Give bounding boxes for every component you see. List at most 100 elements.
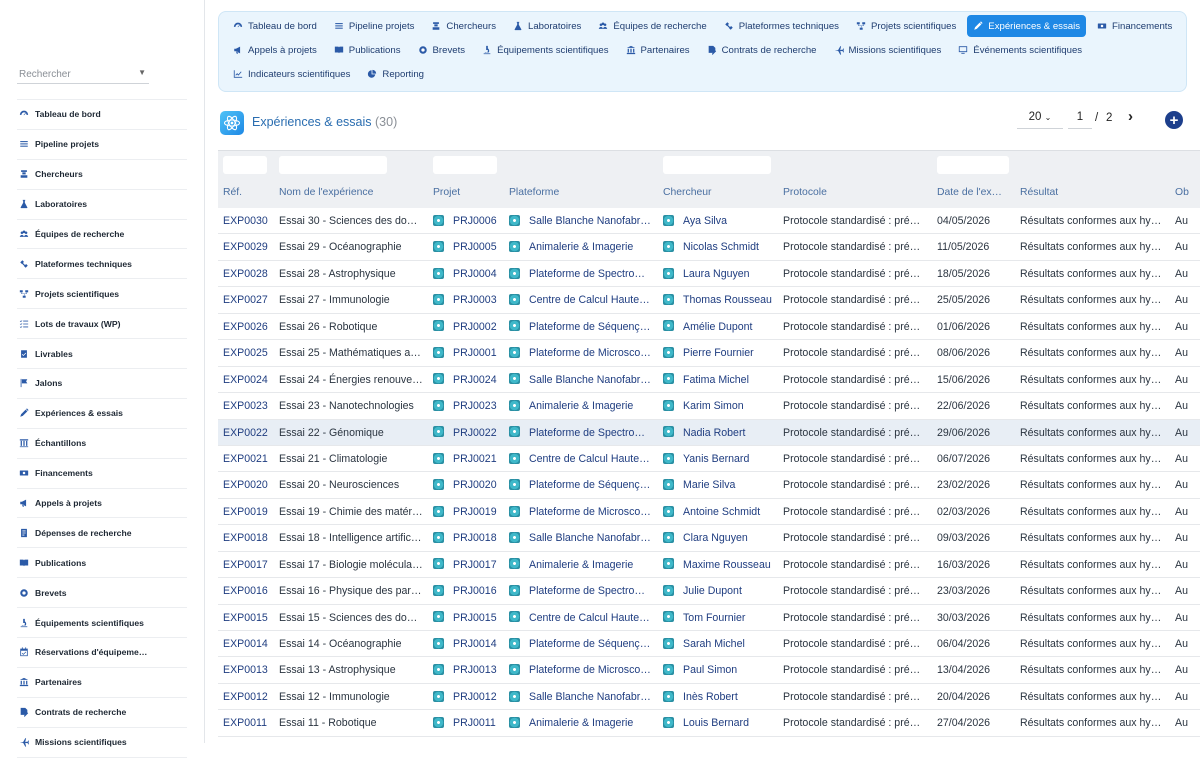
- nav-item[interactable]: Reporting: [361, 63, 430, 85]
- table-cell[interactable]: EXP0029: [223, 234, 275, 260]
- sidebar-item-13[interactable]: Appels à projets: [17, 489, 187, 519]
- table-cell[interactable]: EXP0022: [223, 420, 275, 446]
- table-cell[interactable]: PRJ0017: [433, 552, 503, 578]
- column-filter-input[interactable]: [433, 156, 497, 174]
- sidebar-item-16[interactable]: Brevets: [17, 578, 187, 609]
- nav-item[interactable]: Tableau de bord: [227, 15, 323, 37]
- column-header[interactable]: Réf.: [223, 187, 275, 198]
- table-row[interactable]: EXP0024 Essai 24 - Énergies renouve… PRJ00…: [218, 367, 1200, 394]
- table-cell[interactable]: EXP0023: [223, 393, 275, 419]
- page-size-select[interactable]: 20 ⌄: [1017, 111, 1063, 129]
- table-cell[interactable]: Julie Dupont: [663, 578, 775, 604]
- table-cell[interactable]: Nadia Robert: [663, 420, 775, 446]
- table-cell[interactable]: Plateforme de Séquenç…: [509, 314, 657, 340]
- table-row[interactable]: EXP0015 Essai 15 - Sciences des do… PRJ001…: [218, 605, 1200, 631]
- table-cell[interactable]: PRJ0003: [433, 287, 503, 313]
- table-row[interactable]: EXP0011 Essai 11 - Robotique PRJ0011 Animal…: [218, 710, 1200, 737]
- table-row[interactable]: EXP0023 Essai 23 - Nanotechnologies PRJ002…: [218, 393, 1200, 420]
- table-cell[interactable]: Inès Robert: [663, 684, 775, 710]
- table-cell[interactable]: Laura Nguyen: [663, 261, 775, 287]
- sidebar-item-0[interactable]: Tableau de bord: [17, 100, 187, 130]
- table-cell[interactable]: Nicolas Schmidt: [663, 234, 775, 260]
- column-filter-input[interactable]: [279, 156, 387, 174]
- table-cell[interactable]: Amélie Dupont: [663, 314, 775, 340]
- table-row[interactable]: EXP0012 Essai 12 - Immunologie PRJ0012 Sall…: [218, 684, 1200, 711]
- column-header[interactable]: Ob: [1175, 187, 1200, 198]
- table-cell[interactable]: PRJ0005: [433, 234, 503, 260]
- table-cell[interactable]: Salle Blanche Nanofabr…: [509, 367, 657, 393]
- table-cell[interactable]: Salle Blanche Nanofabr…: [509, 684, 657, 710]
- table-cell[interactable]: PRJ0021: [433, 446, 503, 472]
- table-cell[interactable]: Salle Blanche Nanofabr…: [509, 525, 657, 551]
- nav-item[interactable]: Chercheurs: [425, 15, 502, 37]
- sidebar-item-15[interactable]: Publications: [17, 548, 187, 579]
- sidebar-item-5[interactable]: Plateformes techniques: [17, 249, 187, 280]
- table-cell[interactable]: Plateforme de Microsco…: [509, 340, 657, 366]
- table-cell[interactable]: EXP0012: [223, 684, 275, 710]
- table-cell[interactable]: Plateforme de Spectro…: [509, 420, 657, 446]
- table-cell[interactable]: Plateforme de Microsco…: [509, 657, 657, 683]
- column-header[interactable]: Protocole: [783, 187, 925, 198]
- nav-item[interactable]: Appels à projets: [227, 39, 323, 61]
- table-cell[interactable]: Centre de Calcul Haute…: [509, 605, 657, 631]
- table-row[interactable]: EXP0026 Essai 26 - Robotique PRJ0002 Platef…: [218, 314, 1200, 341]
- table-cell[interactable]: EXP0015: [223, 605, 275, 631]
- nav-item[interactable]: Indicateurs scientifiques: [227, 63, 356, 85]
- sidebar-item-9[interactable]: Jalons: [17, 369, 187, 399]
- table-row[interactable]: EXP0016 Essai 16 - Physique des par… PRJ00…: [218, 578, 1200, 605]
- table-row[interactable]: EXP0018 Essai 18 - Intelligence artific… P…: [218, 525, 1200, 552]
- table-cell[interactable]: PRJ0014: [433, 631, 503, 657]
- sidebar-item-10[interactable]: Expériences & essais: [17, 399, 187, 429]
- column-header[interactable]: Chercheur: [663, 187, 775, 198]
- sidebar-item-12[interactable]: Financements: [17, 459, 187, 489]
- table-cell[interactable]: EXP0017: [223, 552, 275, 578]
- table-cell[interactable]: Pierre Fournier: [663, 340, 775, 366]
- table-row[interactable]: EXP0021 Essai 21 - Climatologie PRJ0021 Cen…: [218, 446, 1200, 473]
- table-cell[interactable]: EXP0019: [223, 499, 275, 525]
- sidebar-item-14[interactable]: Dépenses de recherche: [17, 518, 187, 549]
- nav-item[interactable]: Pipeline projets: [328, 15, 421, 37]
- sidebar-item-18[interactable]: Réservations d'équipeme…: [17, 638, 187, 668]
- current-page-input[interactable]: 1: [1068, 111, 1092, 129]
- table-cell[interactable]: Clara Nguyen: [663, 525, 775, 551]
- table-cell[interactable]: EXP0028: [223, 261, 275, 287]
- table-row[interactable]: EXP0030 Essai 30 - Sciences des do… PRJ000…: [218, 208, 1200, 235]
- nav-item[interactable]: Expériences & essais: [967, 15, 1087, 37]
- nav-item[interactable]: Publications: [328, 39, 407, 61]
- table-cell[interactable]: EXP0030: [223, 208, 275, 234]
- table-cell[interactable]: Centre de Calcul Haute…: [509, 287, 657, 313]
- table-cell[interactable]: EXP0014: [223, 631, 275, 657]
- table-cell[interactable]: PRJ0016: [433, 578, 503, 604]
- sidebar-search-select[interactable]: Rechercher ▼: [17, 66, 149, 84]
- table-cell[interactable]: Marie Silva: [663, 472, 775, 498]
- table-cell[interactable]: Karim Simon: [663, 393, 775, 419]
- table-cell[interactable]: PRJ0024: [433, 367, 503, 393]
- table-cell[interactable]: PRJ0020: [433, 472, 503, 498]
- table-cell[interactable]: EXP0020: [223, 472, 275, 498]
- nav-item[interactable]: Laboratoires: [507, 15, 587, 37]
- sidebar-item-1[interactable]: Pipeline projets: [17, 130, 187, 160]
- sidebar-item-4[interactable]: Équipes de recherche: [17, 220, 187, 250]
- column-header[interactable]: Date de l'ex…: [937, 187, 1015, 198]
- table-row[interactable]: EXP0013 Essai 13 - Astrophysique PRJ0013 Pl…: [218, 657, 1200, 684]
- table-cell[interactable]: PRJ0019: [433, 499, 503, 525]
- table-cell[interactable]: Plateforme de Spectro…: [509, 578, 657, 604]
- table-cell[interactable]: Animalerie & Imagerie: [509, 234, 657, 260]
- nav-item[interactable]: Financements: [1091, 15, 1178, 37]
- column-header[interactable]: Projet: [433, 187, 503, 198]
- table-cell[interactable]: PRJ0006: [433, 208, 503, 234]
- table-cell[interactable]: PRJ0022: [433, 420, 503, 446]
- table-cell[interactable]: Tom Fournier: [663, 605, 775, 631]
- next-page-button[interactable]: ›: [1128, 108, 1133, 125]
- table-cell[interactable]: Sarah Michel: [663, 631, 775, 657]
- table-cell[interactable]: Animalerie & Imagerie: [509, 393, 657, 419]
- sidebar-item-17[interactable]: Équipements scientifiques: [17, 608, 187, 639]
- table-cell[interactable]: Antoine Schmidt: [663, 499, 775, 525]
- nav-item[interactable]: Missions scientifiques: [828, 39, 948, 61]
- column-header[interactable]: Plateforme: [509, 187, 657, 198]
- nav-item[interactable]: Équipements scientifiques: [476, 39, 614, 61]
- column-filter-input[interactable]: [223, 156, 267, 174]
- table-row[interactable]: EXP0027 Essai 27 - Immunologie PRJ0003 Cent…: [218, 287, 1200, 314]
- table-cell[interactable]: PRJ0011: [433, 710, 503, 736]
- sidebar-item-8[interactable]: Livrables: [17, 339, 187, 370]
